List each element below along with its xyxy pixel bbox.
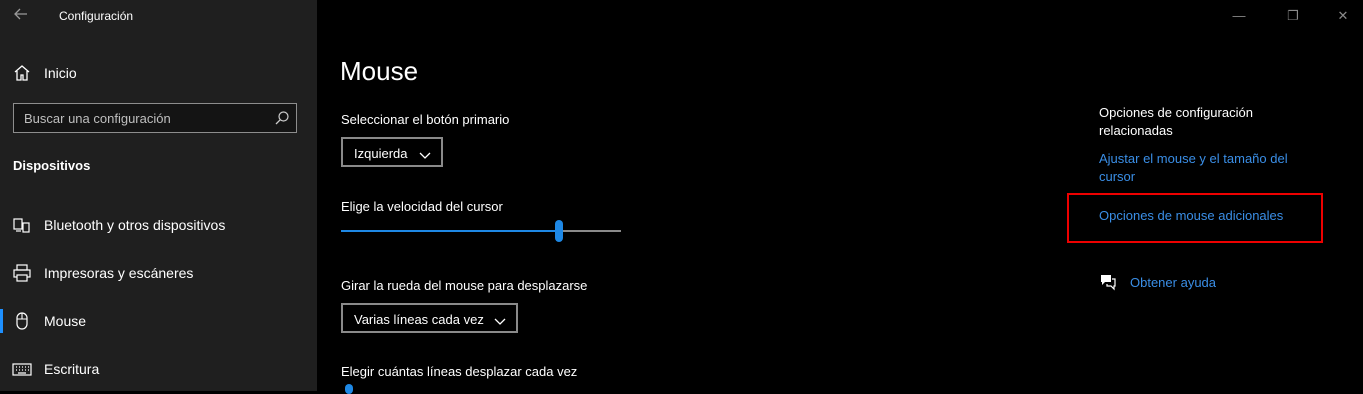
help-chat-icon	[1099, 273, 1117, 291]
adjust-mouse-cursor-link[interactable]: Ajustar el mouse y el tamaño del cursor	[1099, 150, 1319, 186]
scroll-wheel-label: Girar la rueda del mouse para desplazars…	[341, 278, 588, 293]
mouse-icon	[12, 311, 32, 331]
minimize-button[interactable]: —	[1229, 6, 1249, 26]
main-content: — ❐ ✕ Mouse Seleccionar el botón primari…	[317, 0, 1363, 394]
slider-track	[559, 230, 621, 232]
search-input[interactable]	[14, 104, 274, 132]
back-arrow-icon[interactable]	[10, 6, 32, 28]
scroll-wheel-dropdown[interactable]: Varias líneas cada vez	[341, 303, 518, 333]
sidebar: Configuración Inicio Dispositivos Blueto…	[0, 0, 317, 391]
lines-slider-thumb[interactable]	[345, 384, 353, 394]
section-title: Dispositivos	[13, 158, 91, 173]
dropdown-value: Izquierda	[354, 146, 408, 161]
related-settings-title: Opciones de configuración relacionadas	[1099, 105, 1253, 138]
sidebar-item-label: Mouse	[44, 313, 87, 329]
sidebar-item-label: Bluetooth y otros dispositivos	[44, 217, 226, 233]
sidebar-item-bluetooth[interactable]: Bluetooth y otros dispositivos	[0, 205, 317, 245]
get-help-link[interactable]: Obtener ayuda	[1130, 274, 1216, 292]
bluetooth-devices-icon	[12, 215, 32, 235]
sidebar-item-label: Escritura	[44, 361, 100, 377]
primary-button-label: Seleccionar el botón primario	[341, 112, 510, 127]
sidebar-item-typing[interactable]: Escritura	[0, 349, 317, 389]
dropdown-value: Varias líneas cada vez	[354, 312, 484, 327]
nav-home-label: Inicio	[44, 65, 77, 81]
cursor-speed-label: Elige la velocidad del cursor	[341, 199, 503, 214]
app-title: Configuración	[59, 9, 134, 23]
search-box[interactable]	[13, 103, 297, 133]
primary-button-dropdown[interactable]: Izquierda	[341, 137, 443, 167]
sidebar-item-printers[interactable]: Impresoras y escáneres	[0, 253, 317, 293]
chevron-down-icon	[494, 314, 506, 325]
page-title: Mouse	[340, 56, 419, 86]
restore-button[interactable]: ❐	[1283, 6, 1303, 26]
close-button[interactable]: ✕	[1333, 6, 1353, 26]
active-indicator	[0, 309, 3, 333]
keyboard-icon	[12, 359, 32, 379]
cursor-speed-slider[interactable]	[341, 220, 621, 242]
chevron-down-icon	[419, 148, 431, 159]
additional-mouse-options-link[interactable]: Opciones de mouse adicionales	[1099, 207, 1283, 225]
home-icon	[12, 63, 32, 83]
slider-fill	[341, 230, 559, 232]
sidebar-item-mouse[interactable]: Mouse	[0, 301, 317, 341]
lines-to-scroll-label: Elegir cuántas líneas desplazar cada vez	[341, 364, 578, 379]
nav-home[interactable]: Inicio	[0, 53, 317, 93]
search-icon[interactable]	[274, 110, 290, 126]
slider-thumb[interactable]	[555, 220, 563, 242]
printer-icon	[12, 263, 32, 283]
sidebar-item-label: Impresoras y escáneres	[44, 265, 194, 281]
